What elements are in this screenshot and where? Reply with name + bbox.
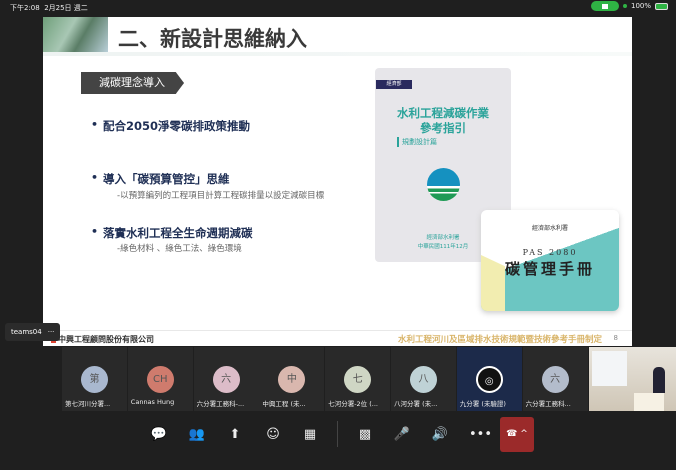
bullet-2-sub: -以預算編列的工程項目計算工程碳排量以設定減碳目標: [117, 191, 325, 201]
bullet-2: 導入「碳預算管控」思維: [91, 171, 229, 187]
manual-title: 碳管理手冊: [504, 260, 595, 278]
time: 下午2:08: [10, 4, 40, 12]
date: 2月25日 週二: [44, 4, 88, 12]
podium: [634, 393, 664, 411]
participant-tile[interactable]: 八八河分署 (未...: [391, 347, 456, 411]
hang-up-icon: ☎: [506, 429, 518, 439]
slide-title: 二、新設計思維納入: [118, 27, 307, 51]
react-icon[interactable]: ☺: [264, 426, 282, 444]
presenter-label[interactable]: teams04 ···: [5, 323, 60, 341]
participant-tile[interactable]: ◎ 九分署 (未驗證): [456, 347, 522, 411]
mic-icon[interactable]: 🎤: [393, 426, 411, 444]
book-title: 水利工程減碳作業 參考指引: [375, 106, 511, 136]
obs-logo-icon: ◎: [475, 366, 503, 393]
page-number: 8: [613, 334, 618, 342]
book-title-line2: 參考指引: [420, 121, 466, 135]
people-icon[interactable]: 👥: [188, 426, 206, 444]
section-tag: 減碳理念導入: [81, 72, 184, 94]
participant-name: 第七河川分署...: [65, 400, 111, 408]
publisher-tag: 經濟部: [376, 80, 412, 89]
participant-avatar: 中: [278, 366, 306, 393]
camera-icon[interactable]: ▩: [356, 426, 374, 444]
title-divider: [43, 52, 632, 56]
speaker-icon[interactable]: 🔊: [431, 426, 449, 444]
battery-icon: [655, 2, 668, 10]
more-options-icon[interactable]: ···: [48, 328, 55, 336]
water-agency-logo-icon: [427, 168, 460, 201]
participant-name: 中興工程 (未...: [262, 400, 306, 408]
manual-code: PAS 2080: [522, 248, 578, 257]
participant-avatar: 第: [81, 366, 108, 393]
shared-slide: 二、新設計思維納入 減碳理念導入 配合2050淨零碳排政策推動 導入「碳預算管控…: [43, 17, 632, 346]
bullet-3-sub: -綠色材料 、綠色工法、綠色環境: [117, 244, 242, 254]
projector-screen: [592, 351, 627, 386]
carbon-manual-cover: 經濟部水利署 PAS 2080 碳管理手冊: [481, 210, 619, 311]
participant-avatar: 六: [212, 366, 240, 393]
end-call-button[interactable]: ☎ ^: [500, 417, 534, 452]
recording-dot-icon: [622, 4, 627, 8]
presenter-name: teams04: [11, 328, 42, 336]
participant-tile[interactable]: 六六分署工務科...: [522, 347, 588, 411]
participant-name: 七河分署-2位 (...: [328, 400, 378, 408]
chevron-up-icon[interactable]: ^: [520, 429, 528, 439]
participant-tile[interactable]: 第第七河川分署...: [62, 347, 127, 411]
header-photo: [43, 17, 108, 52]
bullet-3: 落實水利工程全生命週期減碳: [91, 225, 252, 241]
participant-avatar: 七: [344, 366, 372, 393]
participant-avatar: CH: [146, 366, 174, 393]
more-icon[interactable]: •••: [469, 426, 492, 444]
participant-name: 九分署 (未驗證): [459, 400, 506, 408]
participant-tile[interactable]: 六六分署工務科-...: [193, 347, 259, 411]
toolbar-divider: [337, 421, 338, 447]
clock: 下午2:08 2月25日 週二: [10, 3, 88, 13]
participant-name: 八河分署 (未...: [394, 400, 438, 408]
participant-tile[interactable]: 七七河分署-2位 (...: [325, 347, 391, 411]
battery-level: 100%: [630, 2, 651, 10]
slide-footer: 中興工程顧問股份有限公司 水利工程河川及區域排水技術規範暨技術參考手冊制定 8: [43, 330, 632, 346]
call-toolbar: 💬 👥 ⬆ ☺ ▦ ▩ 🎤 🔊 ••• ☎ ^: [0, 417, 676, 452]
chat-icon[interactable]: 💬: [150, 426, 168, 444]
speaker-person: [653, 367, 665, 393]
participant-tile[interactable]: CH Cannas Hung: [127, 347, 193, 411]
book-title-line1: 水利工程減碳作業: [397, 106, 489, 120]
participant-avatar: 六: [541, 366, 569, 393]
company-name: 中興工程顧問股份有限公司: [51, 334, 154, 345]
apps-icon[interactable]: ▦: [301, 426, 319, 444]
share-icon[interactable]: ⬆: [226, 426, 244, 444]
status-bar: 下午2:08 2月25日 週二 100%: [0, 0, 676, 13]
camera-active-icon[interactable]: [590, 1, 619, 11]
bullet-1: 配合2050淨零碳排政策推動: [91, 118, 250, 134]
manual-publisher: 經濟部水利署: [531, 225, 568, 232]
presenter-video[interactable]: [589, 347, 676, 411]
participant-name: 六分署工務科...: [525, 400, 571, 408]
footer-title: 水利工程河川及區域排水技術規範暨技術參考手冊制定: [397, 335, 602, 345]
participant-name: Cannas Hung: [130, 398, 175, 406]
participant-tile[interactable]: 中中興工程 (未...: [259, 347, 325, 411]
participant-avatar: 八: [410, 366, 437, 393]
participant-name: 六分署工務科-...: [196, 400, 245, 408]
book-subtitle: 規劃設計篇: [397, 137, 437, 147]
